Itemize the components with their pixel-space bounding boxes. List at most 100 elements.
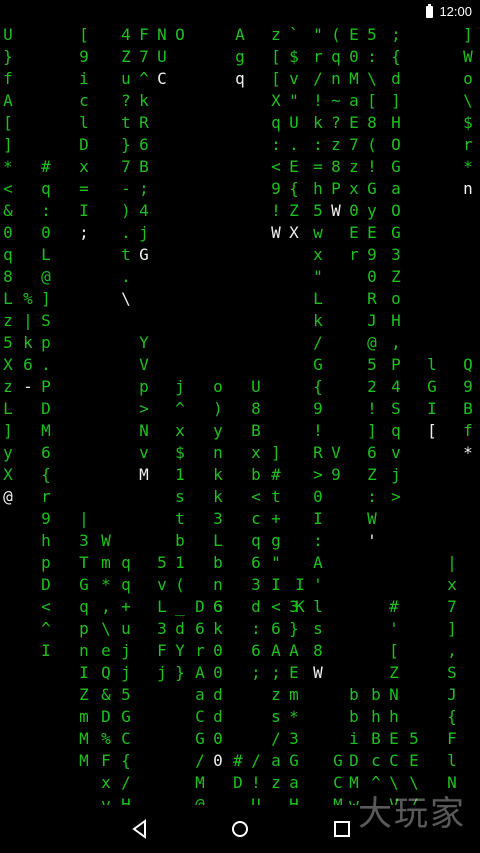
rain-column: 3 } A E m * 3 G a H: [286, 596, 302, 814]
rain-column: " r / ! k : = h 5 w x " L k / G { 9 ! R …: [310, 24, 326, 684]
rain-trail: < 6 A ; z s / a z: [271, 597, 281, 792]
rain-column: O: [172, 24, 188, 46]
matrix-rain-canvas[interactable]: U } f A [ ] * < & 0 q 8 L z 5 X z L ] y …: [0, 24, 480, 814]
back-icon[interactable]: [128, 817, 152, 841]
rain-head: -: [23, 377, 33, 396]
rain-column: ` $ v " U . E { Z X: [286, 24, 302, 244]
rain-trail: U 8 B x b < c q 6 3 d : 6 ;: [251, 377, 261, 682]
rain-column: D 6 r A a C G / M @ Z: [192, 596, 208, 814]
rain-head: [: [427, 421, 437, 440]
rain-column: < 6 A ; z s / a z: [268, 596, 284, 794]
rain-trail: I K: [295, 575, 305, 616]
rain-column: b h B c ^: [368, 684, 384, 794]
rain-trail: # D: [233, 751, 243, 792]
rain-column: F 7 ^ k R 6 B ; 4 j G: [136, 24, 152, 266]
rain-column: N U C: [154, 24, 170, 90]
rain-column: z [ [ X q : < 9 ! W: [268, 24, 284, 244]
rain-trail: b h B c ^: [371, 685, 381, 792]
rain-trail: o ) y n k k 3 L b n G: [213, 377, 223, 616]
rain-head: @: [3, 487, 13, 506]
rain-column: Y V p > N v M: [136, 332, 152, 486]
rain-trail: ` $ v " U . E { Z: [289, 25, 299, 220]
rain-column: # ' [ Z N h E C \ V: [386, 596, 402, 814]
rain-column: W m * , \ e Q & D % F x v: [98, 530, 114, 814]
rain-head: X: [289, 223, 299, 242]
rain-trail: Y V p > N v: [139, 333, 149, 462]
rain-column: A g q: [232, 24, 248, 90]
rain-trail: # q : 0 L @ ] S p . P D M 6 { r 9 h p D …: [41, 157, 51, 660]
rain-head: C: [157, 69, 167, 88]
rain-column: 5 : \ [ 8 ( ! G y E 9 0 R J @ 5 2 ! ] 6 …: [364, 24, 380, 552]
rain-trail: E 0 M a E 7 z x 0 E r: [349, 25, 359, 264]
rain-column: 5 v L 3 F j: [154, 552, 170, 684]
rain-column: j ^ x $ 1 s t b 1: [172, 376, 188, 574]
rain-trail: 4 Z u ? t } 7 - ) . t .: [121, 25, 131, 286]
rain-trail: ] # t + g " I: [271, 443, 281, 594]
rain-trail: ( _ d Y }: [175, 575, 185, 682]
rain-column: o ) y n k k 3 L b n G: [210, 376, 226, 618]
rain-head: q: [235, 69, 245, 88]
battery-icon: [426, 3, 434, 18]
rain-trail: F 7 ^ k R 6 B ; 4 j: [139, 25, 149, 242]
rain-trail: A g: [235, 25, 245, 66]
rain-trail: ; { d ] H O G a O G 3 Z o H , P 4 S q v …: [391, 25, 401, 506]
rain-head: ;: [79, 223, 89, 242]
rain-trail: | x 7 ] , S J { F l N: [447, 553, 457, 792]
rain-trail: U } f A [ ] * < & 0 q 8 L z 5 X z L ] y …: [3, 25, 13, 484]
recents-icon[interactable]: [330, 817, 354, 841]
rain-head: ': [367, 531, 377, 550]
rain-trail: 5 : \ [ 8 ( ! G y E 9 0 R J @ 5 2 ! ] 6 …: [367, 25, 377, 528]
rain-head: W: [313, 663, 323, 682]
rain-trail: ] W o \ $ r *: [463, 25, 473, 176]
clock: 12:00: [439, 4, 472, 19]
rain-head: *: [463, 443, 473, 462]
rain-column: ] W o \ $ r * n: [460, 24, 476, 200]
rain-column: Q 9 B f *: [460, 354, 476, 464]
rain-column: V 9: [328, 442, 344, 486]
navigation-bar: 大玩家: [0, 794, 480, 853]
rain-trail: " r / ! k : = h 5 w x " L k / G { 9 ! R …: [313, 25, 323, 660]
rain-trail: z [ [ X q : < 9 !: [271, 25, 281, 220]
rain-column: # D: [230, 750, 246, 794]
rain-trail: % | k 6: [23, 289, 33, 374]
rain-head: 0: [213, 751, 223, 770]
rain-trail: 5 v L 3 F j: [157, 553, 167, 682]
watermark-logo: 大玩家: [358, 794, 466, 834]
rain-column: % | k 6 -: [20, 288, 36, 398]
status-icons: 12:00: [426, 3, 472, 19]
rain-column: 6 k 0 0 d d 0 0: [210, 596, 226, 772]
rain-head: \: [121, 289, 131, 308]
rain-column: l G I [: [424, 354, 440, 442]
rain-column: U 8 B x b < c q 6 3 d : 6 ;: [248, 376, 264, 684]
rain-trail: # ' [ Z N h E C \ V: [389, 597, 399, 814]
rain-column: ] # t + g " I: [268, 442, 284, 596]
rain-column: 4 Z u ? t } 7 - ) . t . \: [118, 24, 134, 310]
rain-column: ( _ d Y }: [172, 574, 188, 684]
status-bar: 12:00: [0, 0, 480, 24]
rain-trail: q q + u j j 5 G C { / H: [121, 553, 131, 814]
rain-trail: N U: [157, 25, 167, 66]
rain-column: q q + u j j 5 G C { / H: [118, 552, 134, 814]
rain-trail: 3 } A E m * 3 G a H: [289, 597, 299, 814]
rain-trail: Q 9 B f: [463, 355, 473, 440]
rain-column: I K: [292, 574, 308, 618]
rain-column: | x 7 ] , S J { F l N: [444, 552, 460, 794]
rain-trail: D 6 r A a C G / M @ Z: [195, 597, 205, 814]
rain-column: ; { d ] H O G a O G 3 Z o H , P 4 S q v …: [388, 24, 404, 508]
rain-column: [ 9 i c l D x = I ;: [76, 24, 92, 244]
rain-trail: ( q n ~ ? z 8 P: [331, 25, 341, 198]
rain-trail: [ 9 i c l D x = I: [79, 25, 89, 220]
rain-trail: W m * , \ e Q & D % F x v: [101, 531, 111, 814]
rain-column: # q : 0 L @ ] S p . P D M 6 { r 9 h p D …: [38, 156, 54, 662]
rain-column: E 0 M a E 7 z x 0 E r: [346, 24, 362, 266]
rain-trail: j ^ x $ 1 s t b 1: [175, 377, 185, 572]
rain-trail: V 9: [331, 443, 341, 484]
rain-head: W: [271, 223, 281, 242]
rain-head: G: [139, 245, 149, 264]
rain-column: U } f A [ ] * < & 0 q 8 L z 5 X z L ] y …: [0, 24, 16, 508]
home-icon[interactable]: [228, 817, 252, 841]
rain-column: | 3 T G q p n I Z m M M: [76, 508, 92, 772]
rain-head: n: [463, 179, 473, 198]
rain-trail: O: [175, 25, 185, 44]
rain-head: M: [139, 465, 149, 484]
